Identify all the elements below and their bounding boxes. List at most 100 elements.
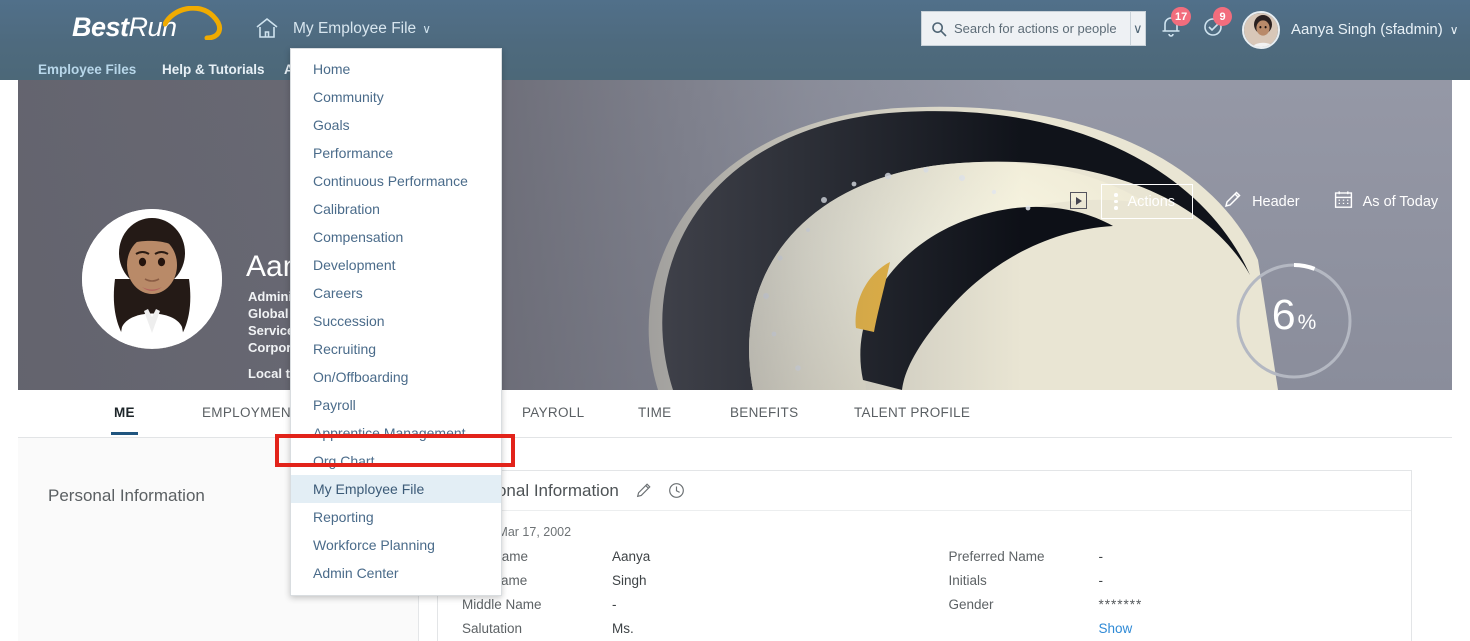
completeness-percent-symbol: % <box>1297 311 1317 334</box>
menu-item-recruiting[interactable]: Recruiting <box>291 335 501 363</box>
search-input[interactable] <box>954 21 1130 36</box>
card-fields-left-column: First Name Aanya Last Name Singh Middle … <box>438 545 925 641</box>
actions-button[interactable]: Actions <box>1101 184 1194 219</box>
user-chevron-down-icon: ∨ <box>1449 23 1459 37</box>
field-row: Salutation Ms. <box>462 617 925 641</box>
field-value: Ms. <box>612 621 634 636</box>
menu-item-home[interactable]: Home <box>291 55 501 83</box>
masked-value: ******* <box>1098 597 1143 612</box>
notifications-badge: 17 <box>1171 7 1192 26</box>
as-of-today-button[interactable]: As of Today <box>1330 182 1443 221</box>
pencil-icon <box>1223 190 1242 213</box>
completeness-value: 6 % <box>1233 260 1355 382</box>
menu-item-continuous-performance[interactable]: Continuous Performance <box>291 167 501 195</box>
tab-benefits[interactable]: BENEFITS <box>730 405 798 420</box>
menu-item-performance[interactable]: Performance <box>291 139 501 167</box>
card-fields-right-column: Preferred Name - Initials - Gender *****… <box>925 545 1412 641</box>
menu-item-admin-center[interactable]: Admin Center <box>291 559 501 587</box>
field-value: - <box>1098 549 1104 564</box>
header-edit-button[interactable]: Header <box>1219 182 1304 221</box>
profile-tabs: ME EMPLOYMENT COMPENSATION PAYROLL TIME … <box>18 390 1452 438</box>
user-menu[interactable]: Aanya Singh (sfadmin) ∨ <box>1291 21 1459 38</box>
nav-title-my-employee-file[interactable]: My Employee File ∨ <box>293 20 431 38</box>
notifications-button[interactable]: 17 <box>1158 7 1192 45</box>
banner-action-bar: Actions Header As of Today <box>1101 182 1442 221</box>
card-as-of-date: As of: Mar 17, 2002 <box>462 525 572 539</box>
personal-information-card: Personal Information As of: Mar 17, 2002… <box>437 470 1412 641</box>
todos-button[interactable]: 9 <box>1200 7 1232 45</box>
home-icon[interactable] <box>255 17 279 44</box>
as-of-today-label: As of Today <box>1362 193 1439 210</box>
menu-item-org-chart[interactable]: Org Chart <box>291 447 501 475</box>
field-value: Aanya <box>612 549 651 564</box>
menu-item-payroll[interactable]: Payroll <box>291 391 501 419</box>
field-value: Singh <box>612 573 647 588</box>
menu-item-compensation[interactable]: Compensation <box>291 223 501 251</box>
field-row-gender: Gender ******* Show <box>949 593 1412 641</box>
navigation-dropdown-menu[interactable]: Home Community Goals Performance Continu… <box>290 48 502 596</box>
tab-me[interactable]: ME <box>111 405 138 435</box>
field-row: Last Name Singh <box>462 569 925 593</box>
pencil-icon[interactable] <box>635 482 652 499</box>
menu-item-goals[interactable]: Goals <box>291 111 501 139</box>
avatar[interactable] <box>1242 11 1280 49</box>
profile-photo[interactable] <box>82 209 222 349</box>
card-header: Personal Information <box>438 471 1411 511</box>
menu-item-my-employee-file[interactable]: My Employee File <box>291 475 501 503</box>
tab-payroll[interactable]: PAYROLL <box>522 405 584 420</box>
profile-completeness: 6 % Your profile is incomplete. Finish N… <box>1233 260 1355 390</box>
card-fields: First Name Aanya Last Name Singh Middle … <box>438 545 1411 641</box>
brand-logo[interactable]: BestRun <box>72 12 177 43</box>
show-link[interactable]: Show <box>1099 617 1143 641</box>
profile-photo-image <box>82 209 222 349</box>
calendar-icon <box>1334 190 1353 213</box>
field-row: Preferred Name - <box>949 545 1412 569</box>
completeness-number: 6 <box>1271 291 1296 339</box>
header-button-label: Header <box>1252 193 1300 210</box>
menu-item-calibration[interactable]: Calibration <box>291 195 501 223</box>
field-key: Gender <box>948 597 994 612</box>
tab-talent-profile[interactable]: TALENT PROFILE <box>854 405 970 420</box>
field-key: Salutation <box>462 621 523 636</box>
nav-title-label: My Employee File <box>293 20 417 37</box>
todos-badge: 9 <box>1213 7 1232 26</box>
clock-history-icon[interactable] <box>668 482 685 499</box>
field-key: Preferred Name <box>948 549 1045 564</box>
field-row: Middle Name - <box>462 593 925 617</box>
field-row: Initials - <box>949 569 1412 593</box>
menu-item-on-offboarding[interactable]: On/Offboarding <box>291 363 501 391</box>
subnav-item-help-tutorials[interactable]: Help & Tutorials <box>162 62 265 77</box>
top-header-bar: BestRun My Employee File ∨ Employee Files… <box>0 0 1470 80</box>
menu-item-careers[interactable]: Careers <box>291 279 501 307</box>
menu-item-reporting[interactable]: Reporting <box>291 503 501 531</box>
search-chevron-down-icon[interactable]: ∨ <box>1130 21 1145 37</box>
subnav-item-employee-files[interactable]: Employee Files <box>38 62 136 77</box>
search-box[interactable]: ∨ <box>921 11 1146 46</box>
tab-time[interactable]: TIME <box>638 405 671 420</box>
chevron-down-icon: ∨ <box>422 22 431 36</box>
vertical-dots-icon <box>1114 193 1118 210</box>
menu-item-succession[interactable]: Succession <box>291 307 501 335</box>
profile-banner: Aanya Singh Administrative Assistant Glo… <box>18 80 1452 390</box>
avatar-image <box>1244 13 1278 47</box>
actions-button-label: Actions <box>1127 193 1176 210</box>
menu-item-development[interactable]: Development <box>291 251 501 279</box>
menu-item-apprentice-management[interactable]: Apprentice Management <box>291 419 501 447</box>
tab-employment[interactable]: EMPLOYMENT <box>202 405 300 420</box>
completeness-ring: 6 % <box>1233 260 1355 382</box>
logo-best: Best <box>72 12 129 42</box>
main-content: Personal Information Personal Informatio… <box>18 438 1452 641</box>
field-value: - <box>1098 573 1104 588</box>
search-icon <box>931 21 947 37</box>
field-value-masked: ******* Show <box>1099 593 1143 641</box>
field-value: - <box>612 597 617 612</box>
field-key: Middle Name <box>462 597 542 612</box>
menu-item-community[interactable]: Community <box>291 83 501 111</box>
field-row: First Name Aanya <box>462 545 925 569</box>
field-key: Initials <box>948 573 987 588</box>
logo-run: Run <box>128 12 178 42</box>
left-section-title: Personal Information <box>48 486 205 505</box>
menu-item-workforce-planning[interactable]: Workforce Planning <box>291 531 501 559</box>
user-name-label: Aanya Singh (sfadmin) <box>1291 21 1443 38</box>
play-icon[interactable] <box>1070 192 1087 209</box>
